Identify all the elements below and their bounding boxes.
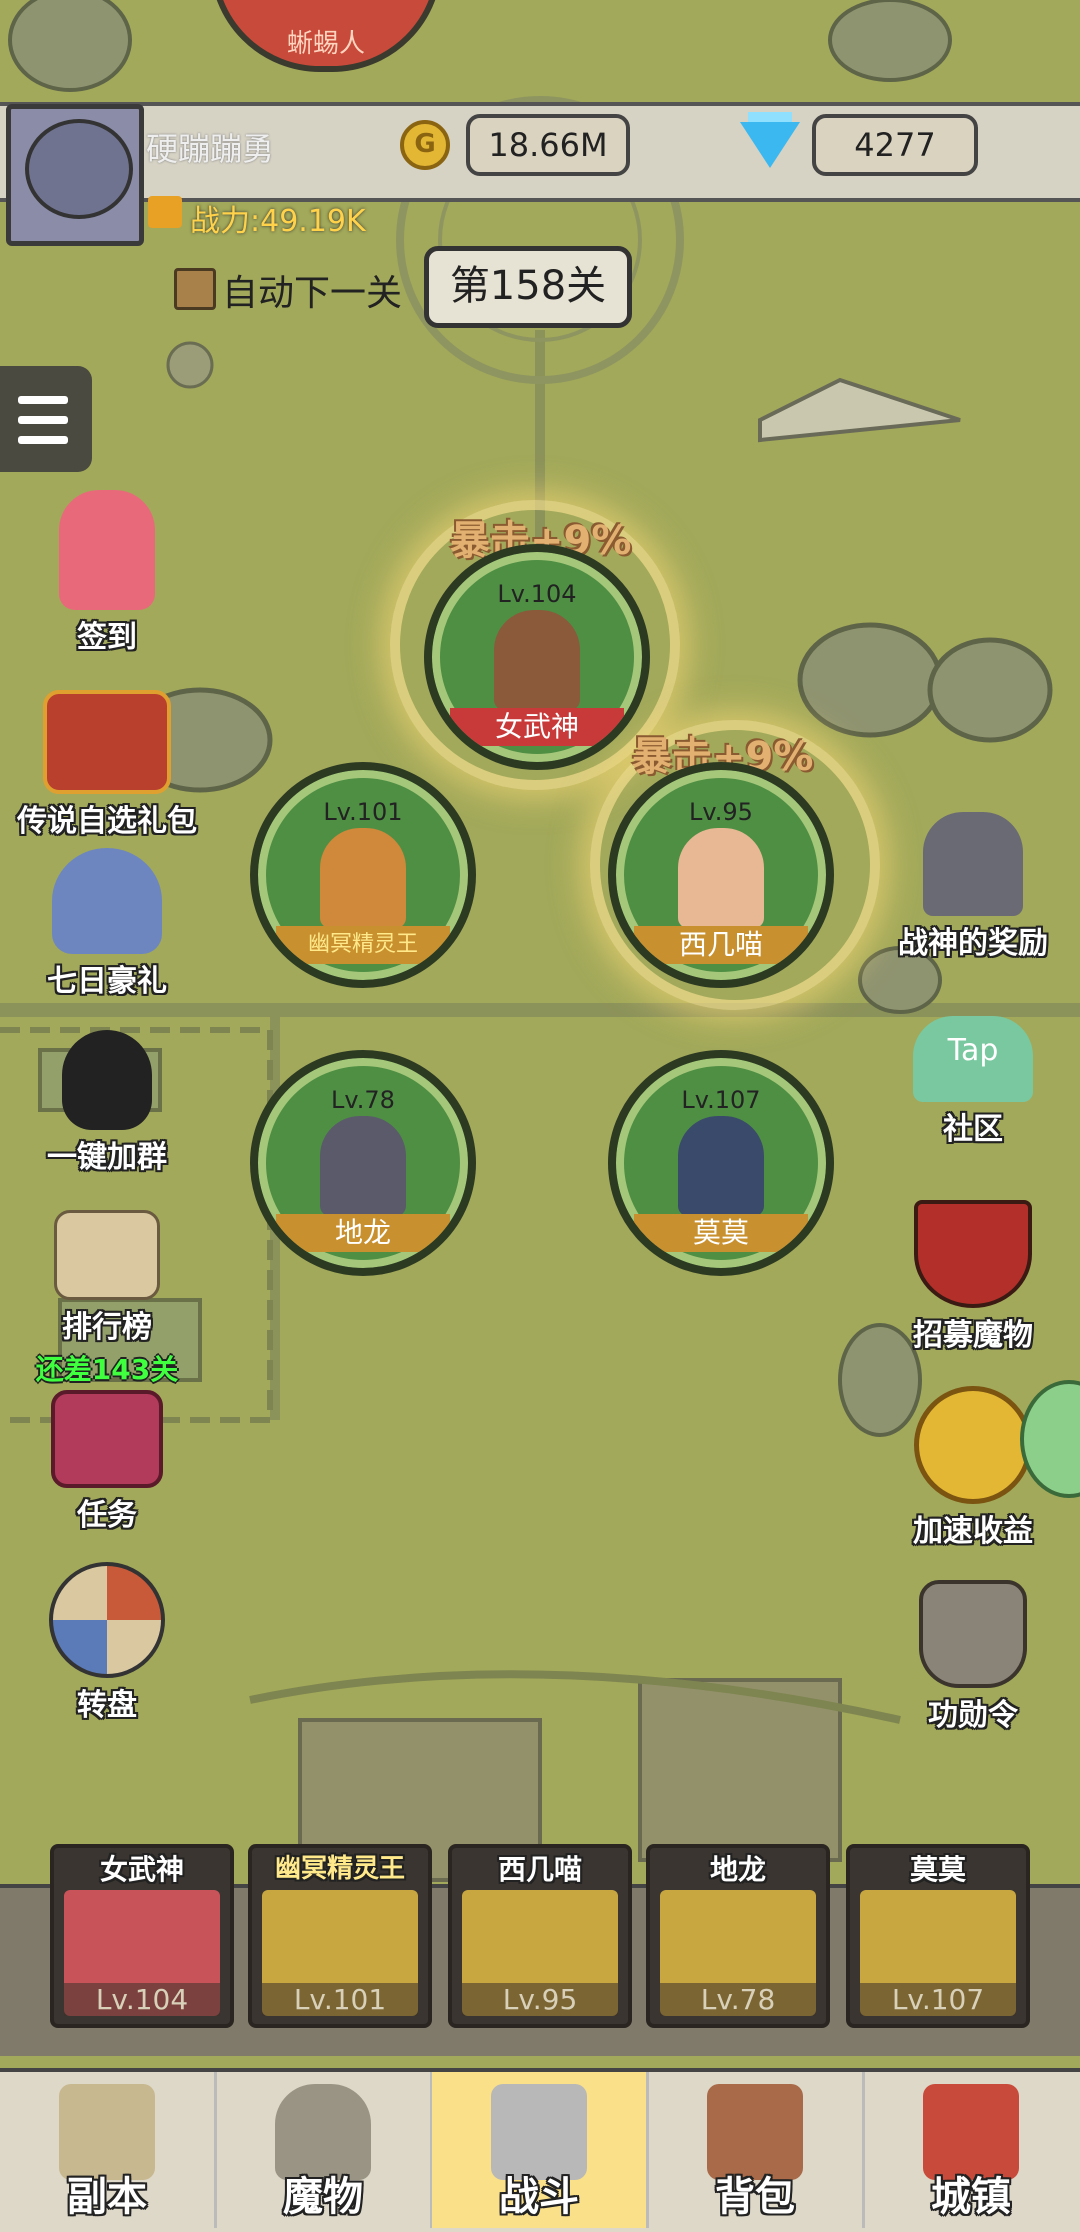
diamond-amount: 4277 <box>812 114 978 176</box>
leaderboard-sub: 还差143关 <box>35 1353 179 1386</box>
hero-circle-earth-dragon[interactable]: Lv.78 地龙 <box>250 1050 476 1276</box>
speed-income-label: 加速收益 <box>913 1514 1033 1549</box>
valkyrie-icon <box>494 610 580 710</box>
cat-girl-hero-icon <box>678 828 764 928</box>
hero-level: Lv.78 <box>331 1086 395 1114</box>
spin-wheel-icon <box>49 1562 165 1678</box>
team-level: Lv.78 <box>660 1983 816 2016</box>
team-name: 幽冥精灵王 <box>274 1854 405 1884</box>
avatar-face-icon <box>25 119 133 219</box>
player-name: 硬蹦蹦勇 <box>146 130 275 168</box>
hero-name: 幽冥精灵王 <box>276 926 450 964</box>
cat-girl-icon <box>59 490 155 610</box>
diamond-icon <box>740 122 800 168</box>
recruit-label: 招募魔物 <box>913 1318 1033 1353</box>
hero-level: Lv.95 <box>689 798 753 826</box>
hero-name: 西几喵 <box>634 926 808 964</box>
treasure-chest-icon <box>43 690 171 794</box>
team-name: 莫莫 <box>909 1853 966 1886</box>
quest-label: 任务 <box>77 1498 137 1533</box>
nav-battle[interactable]: 战斗 <box>432 2072 649 2228</box>
nav-label: 副本 <box>67 2174 147 2220</box>
banner-helmet-icon <box>914 1200 1032 1308</box>
stage-button[interactable]: 第158关 <box>424 246 632 328</box>
combat-power: 战力:49.19K <box>190 204 366 239</box>
seven-day-label: 七日豪礼 <box>47 964 167 999</box>
gold-coin-arrow-icon <box>914 1386 1032 1504</box>
merit-button[interactable]: 功勋令 <box>868 1580 1078 1734</box>
team-name: 女武神 <box>99 1853 184 1886</box>
hero-level: Lv.107 <box>681 1086 761 1114</box>
war-god-reward-button[interactable]: 战神的奖励 <box>868 812 1078 962</box>
nav-label: 背包 <box>715 2174 795 2220</box>
hero-level: Lv.104 <box>497 580 577 608</box>
nav-label: 城镇 <box>931 2174 1011 2220</box>
hamburger-menu-icon[interactable] <box>0 366 92 472</box>
wheel-button[interactable]: 转盘 <box>2 1562 212 1724</box>
hero-circle-witch[interactable]: Lv.107 莫莫 <box>608 1050 834 1276</box>
leaderboard-button[interactable]: 排行榜 还差143关 <box>2 1210 212 1388</box>
team-card-cat[interactable]: 西几喵 Lv.95 <box>448 1844 632 2028</box>
sign-in-label: 签到 <box>77 620 137 655</box>
power-icon <box>148 196 182 228</box>
hero-circle-cat[interactable]: Lv.95 西几喵 <box>608 762 834 988</box>
samurai-helmet-icon <box>52 848 162 954</box>
witch-icon <box>678 1116 764 1216</box>
nav-backpack[interactable]: 背包 <box>648 2072 865 2228</box>
hero-circle-elf-king[interactable]: Lv.101 幽冥精灵王 <box>250 762 476 988</box>
team-name: 西几喵 <box>497 1853 582 1886</box>
nav-dungeon[interactable]: 副本 <box>0 2072 217 2228</box>
wheel-label: 转盘 <box>77 1688 137 1723</box>
sign-in-button[interactable]: 签到 <box>2 490 212 656</box>
community-badge: Tap <box>947 1033 999 1068</box>
community-label: 社区 <box>943 1112 1003 1147</box>
team-level: Lv.104 <box>64 1983 220 2016</box>
nav-label: 战斗 <box>499 2174 579 2220</box>
war-god-reward-label: 战神的奖励 <box>898 926 1048 961</box>
hero-circle-valkyrie[interactable]: Lv.104 女武神 <box>424 544 650 770</box>
team-card-earth-dragon[interactable]: 地龙 Lv.78 <box>646 1844 830 2028</box>
elf-king-icon <box>320 828 406 928</box>
team-level: Lv.101 <box>262 1983 418 2016</box>
hero-name: 地龙 <box>276 1214 450 1252</box>
team-card-valkyrie[interactable]: 女武神 Lv.104 <box>50 1844 234 2028</box>
team-level: Lv.107 <box>860 1983 1016 2016</box>
hero-name: 莫莫 <box>634 1214 808 1252</box>
merit-label: 功勋令 <box>928 1698 1018 1733</box>
penguin-icon <box>62 1030 152 1130</box>
knight-helmet-icon <box>919 1580 1027 1688</box>
spartan-warrior-icon <box>923 812 1023 916</box>
team-name: 地龙 <box>709 1853 766 1886</box>
tap-mountain-icon: Tap <box>913 1016 1033 1102</box>
enemy-name: 蜥蜴人 <box>286 29 365 59</box>
recruit-button[interactable]: 招募魔物 <box>868 1200 1078 1354</box>
scroll-icon <box>54 1210 160 1300</box>
book-icon <box>51 1390 163 1488</box>
gold-amount: 18.66M <box>466 114 630 176</box>
gold-coin-icon: G <box>400 120 450 170</box>
hero-level: Lv.101 <box>323 798 403 826</box>
nav-label: 魔物 <box>283 2174 363 2220</box>
community-button[interactable]: Tap 社区 <box>868 1016 1078 1148</box>
auto-next-label[interactable]: 自动下一关 <box>222 264 402 316</box>
earth-dragon-icon <box>320 1116 406 1216</box>
join-group-label: 一键加群 <box>47 1140 167 1175</box>
seven-day-button[interactable]: 七日豪礼 <box>2 848 212 1000</box>
legend-pack-label: 传说自选礼包 <box>17 804 197 839</box>
auto-next-checkbox[interactable] <box>174 268 216 310</box>
nav-monsters[interactable]: 魔物 <box>216 2072 433 2228</box>
nav-town[interactable]: 城镇 <box>864 2072 1078 2228</box>
player-avatar[interactable] <box>6 104 144 246</box>
join-group-button[interactable]: 一键加群 <box>2 1030 212 1176</box>
team-card-elf-king[interactable]: 幽冥精灵王 Lv.101 <box>248 1844 432 2028</box>
team-card-witch[interactable]: 莫莫 Lv.107 <box>846 1844 1030 2028</box>
legend-pack-button[interactable]: 传说自选礼包 <box>0 690 214 840</box>
team-level: Lv.95 <box>462 1983 618 2016</box>
hero-name: 女武神 <box>450 708 624 746</box>
leaderboard-label: 排行榜 <box>62 1310 152 1345</box>
quest-button[interactable]: 任务 <box>2 1390 212 1534</box>
